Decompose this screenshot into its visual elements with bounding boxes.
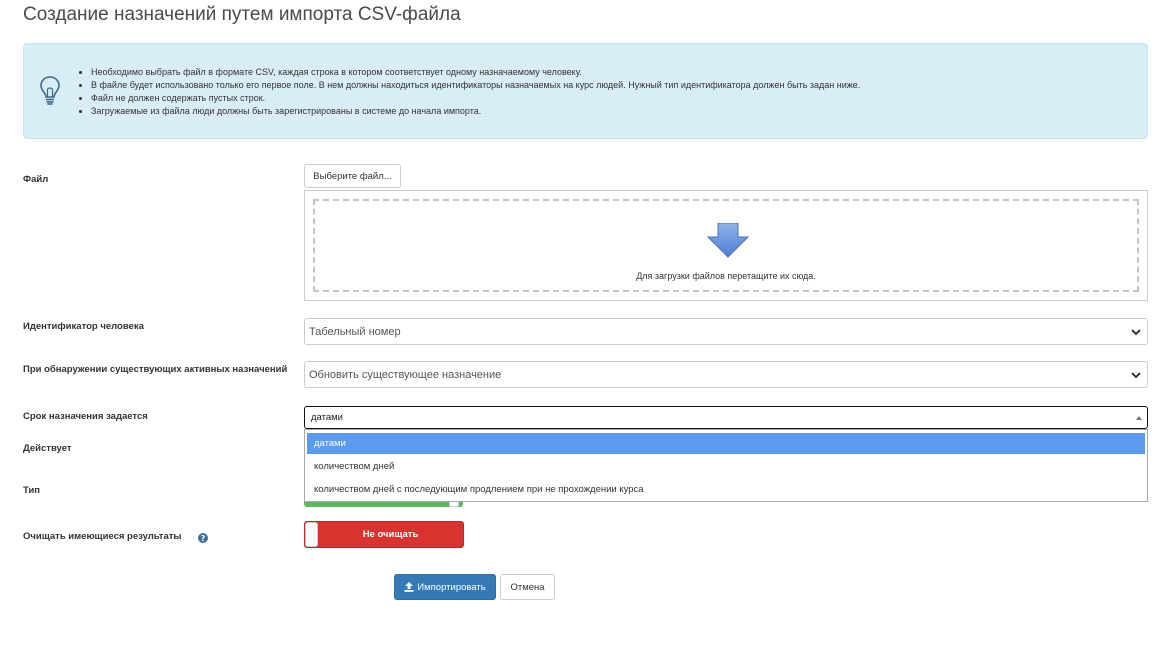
existing-assignments-label: При обнаружении существующих активных на… <box>23 364 288 375</box>
info-item: В файле будет использовано только его пе… <box>91 79 860 92</box>
help-icon[interactable]: ? <box>198 533 208 543</box>
term-select-value: датами <box>311 412 343 423</box>
toggle-handle[interactable] <box>305 522 318 547</box>
active-label: Действует <box>23 443 72 454</box>
clear-results-toggle-label: Не очищать <box>362 529 419 540</box>
term-option-days[interactable]: количеством дней <box>307 456 1145 477</box>
info-list: Необходимо выбрать файл в формате CSV, к… <box>76 66 860 118</box>
info-item: Загружаемые из файла люди должны быть за… <box>91 105 860 118</box>
term-option-days-with-extension[interactable]: количеством дней с последующим продление… <box>307 479 1145 500</box>
cancel-button[interactable]: Отмена <box>500 574 555 600</box>
import-button[interactable]: Импортировать <box>394 574 496 600</box>
existing-assignments-select-value: Обновить существующее назначение <box>309 368 502 381</box>
term-select[interactable]: датами <box>304 406 1148 429</box>
file-dropzone[interactable]: Для загрузки файлов перетащите их сюда. <box>304 190 1148 301</box>
term-option-dates[interactable]: датами <box>307 433 1145 454</box>
import-button-label: Импортировать <box>417 581 486 593</box>
info-alert: Необходимо выбрать файл в формате CSV, к… <box>23 43 1148 139</box>
info-item: Файл не должен содержать пустых строк. <box>91 92 860 105</box>
clear-results-label: Очищать имеющиеся результаты <box>23 531 182 542</box>
existing-assignments-select[interactable]: Обновить существующее назначение <box>304 361 1148 388</box>
clear-results-toggle[interactable]: Не очищать <box>304 521 464 548</box>
chevron-down-icon <box>1131 329 1141 336</box>
lightbulb-icon <box>40 76 60 105</box>
upload-icon <box>404 582 414 592</box>
choose-file-button[interactable]: Выберите файл... <box>304 164 401 188</box>
identifier-select[interactable]: Табельный номер <box>304 318 1148 345</box>
file-label: Файл <box>23 174 49 185</box>
type-label: Тип <box>23 485 41 496</box>
term-label: Срок назначения задается <box>23 411 148 422</box>
arrow-down-icon <box>707 223 749 258</box>
term-dropdown-list: датами количеством дней количеством дней… <box>304 429 1148 502</box>
dropzone-text: Для загрузки файлов перетащите их сюда. <box>636 271 816 281</box>
page-title: Создание назначений путем импорта CSV-фа… <box>23 4 461 25</box>
info-item: Необходимо выбрать файл в формате CSV, к… <box>91 66 860 79</box>
caret-up-icon <box>1136 416 1142 420</box>
identifier-label: Идентификатор человека <box>23 321 144 332</box>
identifier-select-value: Табельный номер <box>309 325 401 338</box>
chevron-down-icon <box>1131 372 1141 379</box>
